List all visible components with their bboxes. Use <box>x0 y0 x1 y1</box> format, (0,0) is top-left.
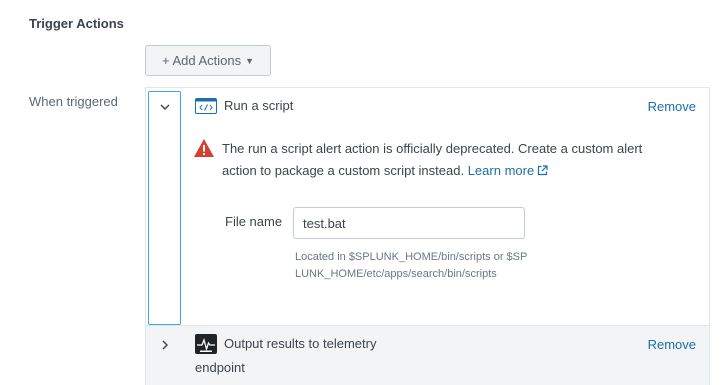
learn-more-label: Learn more <box>467 163 535 178</box>
external-link-icon <box>538 165 548 176</box>
add-actions-label: + Add Actions <box>161 53 242 68</box>
expand-toggle-telemetry[interactable] <box>148 326 181 364</box>
collapse-toggle-run-script[interactable] <box>148 91 181 325</box>
warning-message: The run a script alert action is officia… <box>222 141 643 178</box>
deprecation-warning: The run a script alert action is officia… <box>222 138 652 182</box>
add-actions-button[interactable]: + Add Actions ▼ <box>145 45 271 76</box>
telemetry-icon <box>195 334 217 354</box>
action-title-telemetry: Output results to telemetry <box>224 336 377 351</box>
learn-more-link[interactable]: Learn more <box>468 163 548 178</box>
remove-run-script-link[interactable]: Remove <box>648 99 696 114</box>
when-triggered-label: When triggered <box>29 94 118 109</box>
action-title-run-script: Run a script <box>224 98 294 113</box>
caret-down-icon: ▼ <box>245 55 255 66</box>
actions-panel: Run a script Remove The run a script ale… <box>145 87 710 385</box>
file-name-input[interactable] <box>293 207 525 239</box>
warning-icon <box>194 139 214 157</box>
action-run-script: Run a script Remove The run a script ale… <box>145 87 710 325</box>
action-title-telemetry-cont: endpoint <box>195 360 245 375</box>
section-title: Trigger Actions <box>29 16 124 31</box>
action-output-telemetry: Output results to telemetry endpoint Rem… <box>145 325 710 385</box>
script-icon <box>195 98 217 114</box>
chevron-down-icon <box>160 104 169 110</box>
remove-telemetry-link[interactable]: Remove <box>648 337 696 352</box>
chevron-right-icon <box>162 340 168 350</box>
file-name-label: File name <box>225 214 283 229</box>
file-name-help: Located in $SPLUNK_HOME/bin/scripts or $… <box>295 251 528 280</box>
